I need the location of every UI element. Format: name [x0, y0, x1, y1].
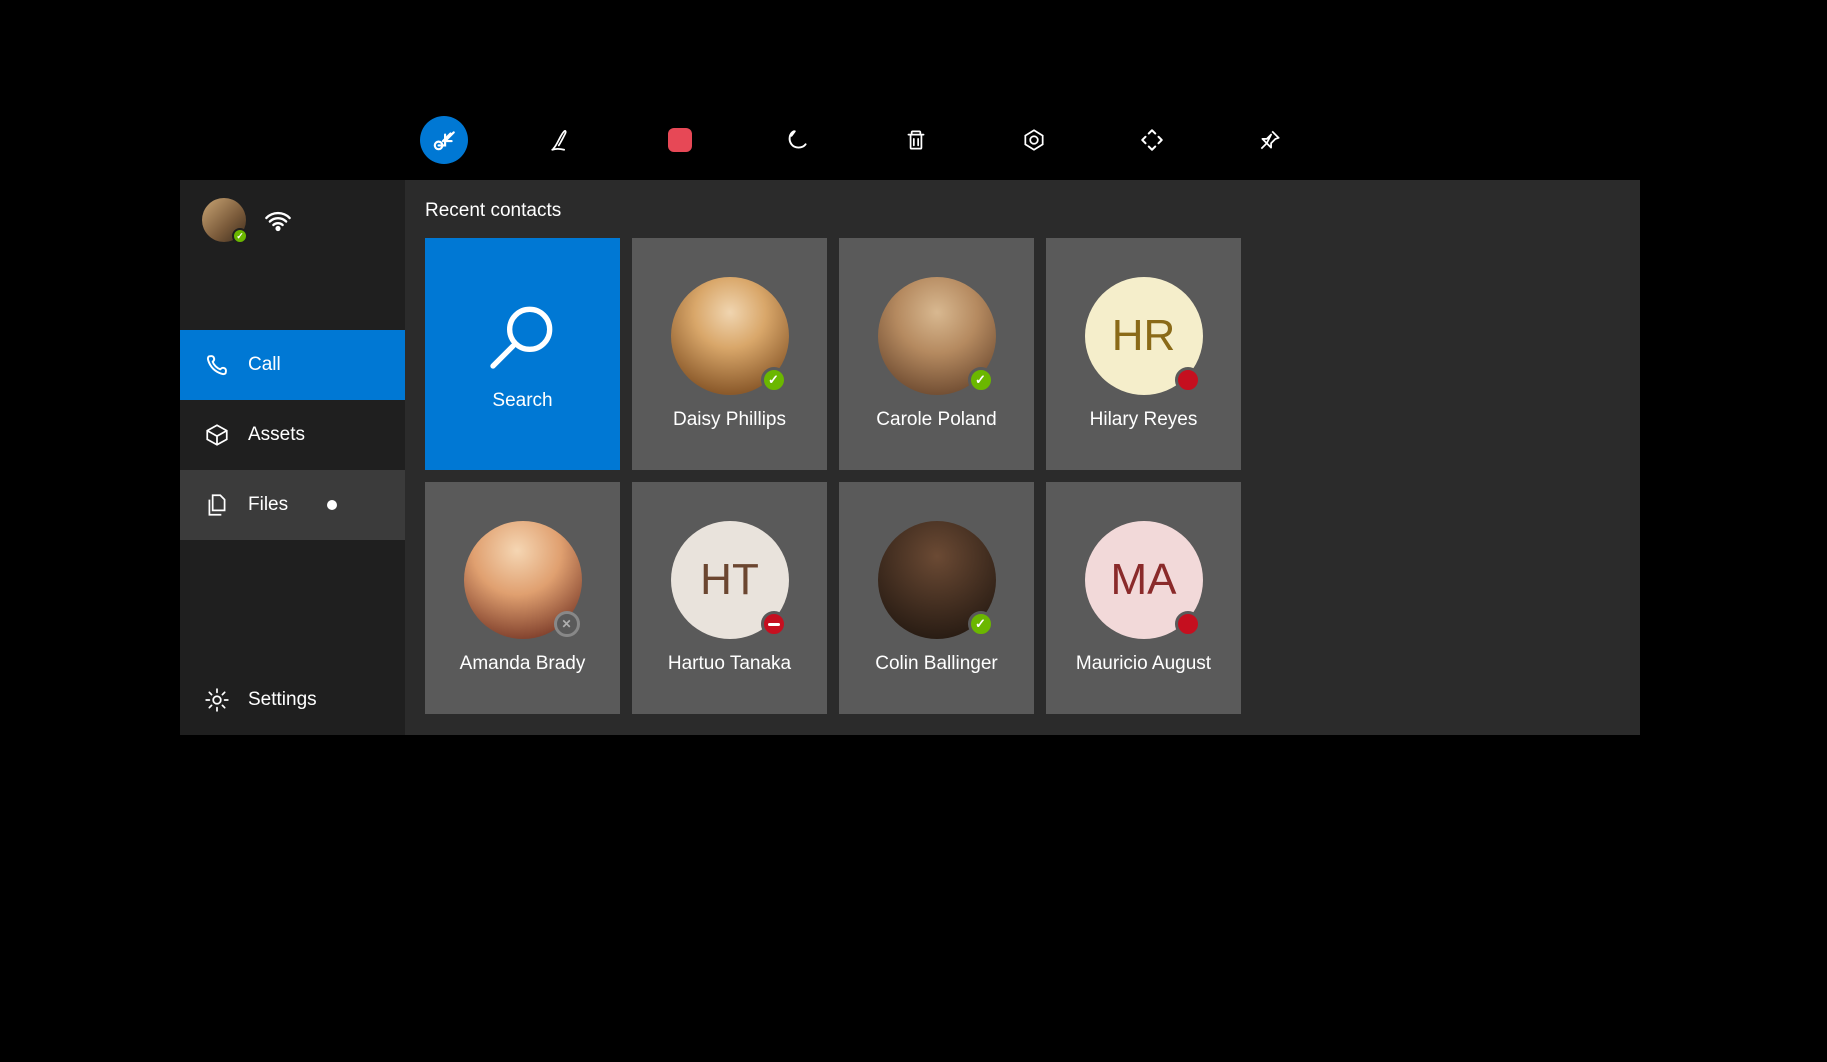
contact-avatar	[878, 277, 996, 395]
search-tile[interactable]: Search	[425, 238, 620, 470]
contact-name: Amanda Brady	[460, 653, 586, 675]
contact-avatar: HR	[1085, 277, 1203, 395]
contact-tile[interactable]: MA Mauricio August	[1046, 482, 1241, 714]
contacts-grid: Search Daisy Phillips Carole Poland	[425, 238, 1620, 714]
status-available-icon	[761, 367, 787, 393]
status-busy-icon	[1175, 611, 1201, 637]
contact-tile[interactable]: Daisy Phillips	[632, 238, 827, 470]
delete-button[interactable]	[892, 116, 940, 164]
target-button[interactable]	[1010, 116, 1058, 164]
status-available-icon	[968, 367, 994, 393]
contact-avatar	[671, 277, 789, 395]
contact-name: Hilary Reyes	[1090, 409, 1198, 431]
sidebar-item-label: Call	[248, 354, 281, 376]
contact-avatar: MA	[1085, 521, 1203, 639]
contact-avatar	[464, 521, 582, 639]
collapse-button[interactable]	[420, 116, 468, 164]
notification-dot	[327, 500, 337, 510]
contact-name: Colin Ballinger	[875, 653, 998, 675]
main-area: Recent contacts Search Daisy Phillips	[405, 180, 1640, 735]
profile-area	[180, 180, 405, 260]
phone-icon	[204, 352, 230, 378]
sidebar-item-label: Settings	[248, 689, 317, 711]
contact-tile[interactable]: HT Hartuo Tanaka	[632, 482, 827, 714]
wifi-icon[interactable]	[264, 204, 292, 237]
contact-initials: HR	[1112, 311, 1176, 361]
user-avatar[interactable]	[202, 198, 246, 242]
contact-avatar	[878, 521, 996, 639]
sidebar: Call Assets Files	[180, 180, 405, 735]
stop-icon	[668, 128, 692, 152]
status-dnd-icon	[761, 611, 787, 637]
sidebar-item-call[interactable]: Call	[180, 330, 405, 400]
pin-button[interactable]	[1246, 116, 1294, 164]
contact-name: Carole Poland	[876, 409, 996, 431]
ink-button[interactable]	[538, 116, 586, 164]
contact-initials: MA	[1111, 555, 1177, 605]
stop-record-button[interactable]	[656, 116, 704, 164]
contact-initials: HT	[700, 555, 759, 605]
toolbar	[180, 100, 1640, 180]
undo-button[interactable]	[774, 116, 822, 164]
contact-name: Mauricio August	[1076, 653, 1211, 675]
sidebar-item-files[interactable]: Files	[180, 470, 405, 540]
app-panel: Call Assets Files	[180, 180, 1640, 735]
contact-tile[interactable]: HR Hilary Reyes	[1046, 238, 1241, 470]
sidebar-item-assets[interactable]: Assets	[180, 400, 405, 470]
move-button[interactable]	[1128, 116, 1176, 164]
files-icon	[204, 492, 230, 518]
presence-badge	[232, 228, 248, 244]
box-icon	[204, 422, 230, 448]
sidebar-item-label: Assets	[248, 424, 305, 446]
contact-tile[interactable]: Amanda Brady	[425, 482, 620, 714]
status-available-icon	[968, 611, 994, 637]
gear-icon	[204, 687, 230, 713]
contact-avatar: HT	[671, 521, 789, 639]
search-icon	[483, 296, 563, 376]
sidebar-item-settings[interactable]: Settings	[180, 665, 405, 735]
status-offline-icon	[554, 611, 580, 637]
contact-name: Hartuo Tanaka	[668, 653, 791, 675]
search-label: Search	[492, 390, 552, 412]
contact-tile[interactable]: Carole Poland	[839, 238, 1034, 470]
status-busy-icon	[1175, 367, 1201, 393]
contact-tile[interactable]: Colin Ballinger	[839, 482, 1034, 714]
section-title: Recent contacts	[425, 200, 1620, 222]
sidebar-item-label: Files	[248, 494, 288, 516]
contact-name: Daisy Phillips	[673, 409, 786, 431]
